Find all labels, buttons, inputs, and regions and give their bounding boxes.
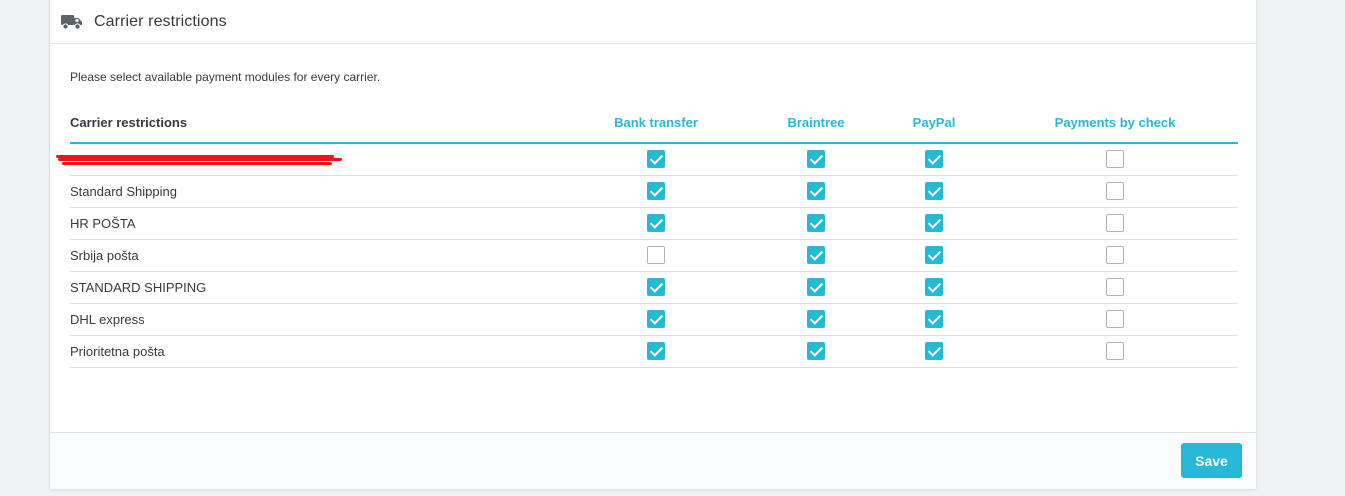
module-column-header: Braintree (756, 102, 876, 144)
checkbox-cell (992, 335, 1238, 368)
module-checkbox[interactable] (807, 246, 825, 264)
save-button[interactable]: Save (1181, 443, 1242, 478)
panel-header: Carrier restrictions (50, 0, 1256, 44)
module-checkbox[interactable] (925, 150, 943, 169)
checkbox-cell (992, 271, 1238, 304)
module-column-header: PayPal (876, 102, 992, 144)
checkbox-cell (992, 239, 1238, 272)
table-row: Prioritetna pošta (70, 335, 1238, 368)
carrier-name: Prioritetna pošta (70, 335, 556, 368)
table-row: HR POŠTA (70, 207, 1238, 240)
module-checkbox[interactable] (647, 310, 665, 328)
checkbox-cell (876, 143, 992, 176)
module-checkbox[interactable] (1106, 150, 1124, 169)
module-checkbox[interactable] (647, 182, 665, 200)
checkbox-cell (756, 207, 876, 240)
module-checkbox[interactable] (925, 246, 943, 264)
carrier-name: Standard Shipping (70, 175, 556, 208)
checkbox-cell (756, 335, 876, 368)
checkbox-cell (876, 271, 992, 304)
module-checkbox[interactable] (1106, 342, 1124, 360)
checkbox-cell (876, 207, 992, 240)
module-checkbox[interactable] (1106, 246, 1124, 264)
truck-icon (61, 13, 83, 31)
carrier-restrictions-table: Carrier restrictions Bank transfer Brain… (56, 102, 1238, 368)
module-checkbox[interactable] (647, 246, 665, 264)
table-row: STANDARD SHIPPING (70, 271, 1238, 304)
module-checkbox[interactable] (1106, 182, 1124, 200)
carrier-name: Srbija pošta (70, 239, 556, 272)
checkbox-cell (756, 143, 876, 176)
table-row: Standard Shipping (70, 175, 1238, 208)
module-checkbox[interactable] (925, 310, 943, 328)
module-checkbox[interactable] (807, 150, 825, 169)
checkbox-cell (992, 143, 1238, 176)
module-checkbox[interactable] (807, 342, 825, 360)
module-column-header: Payments by check (992, 102, 1238, 144)
module-checkbox[interactable] (807, 310, 825, 328)
carrier-name: DHL express (70, 303, 556, 336)
module-checkbox[interactable] (807, 278, 825, 296)
carrier-restrictions-panel: Carrier restrictions Please select avail… (49, 0, 1257, 490)
checkbox-cell (556, 303, 756, 336)
table-row: Srbija pošta (70, 239, 1238, 272)
checkbox-cell (876, 239, 992, 272)
checkbox-cell (992, 303, 1238, 336)
checkbox-cell (556, 175, 756, 208)
module-checkbox[interactable] (807, 214, 825, 232)
checkbox-cell (556, 239, 756, 272)
module-checkbox[interactable] (925, 278, 943, 296)
checkbox-cell (556, 271, 756, 304)
module-checkbox[interactable] (647, 150, 665, 169)
table-row (56, 143, 1238, 176)
table-row: DHL express (70, 303, 1238, 336)
module-checkbox[interactable] (647, 214, 665, 232)
carrier-name (56, 143, 556, 176)
module-checkbox[interactable] (925, 342, 943, 360)
panel-title: Carrier restrictions (94, 12, 227, 30)
checkbox-cell (556, 143, 756, 176)
module-checkbox[interactable] (925, 214, 943, 232)
instructions-text: Please select available payment modules … (70, 70, 381, 84)
checkbox-cell (992, 207, 1238, 240)
checkbox-cell (876, 303, 992, 336)
carrier-column-header: Carrier restrictions (70, 102, 556, 144)
checkbox-cell (756, 239, 876, 272)
module-checkbox[interactable] (1106, 214, 1124, 232)
checkbox-cell (992, 175, 1238, 208)
carrier-name: STANDARD SHIPPING (70, 271, 556, 304)
checkbox-cell (876, 175, 992, 208)
checkbox-cell (876, 335, 992, 368)
module-checkbox[interactable] (925, 182, 943, 200)
checkbox-cell (556, 207, 756, 240)
module-checkbox[interactable] (807, 182, 825, 200)
checkbox-cell (756, 303, 876, 336)
panel-footer: Save (50, 432, 1256, 489)
carrier-name: HR POŠTA (70, 207, 556, 240)
checkbox-cell (756, 271, 876, 304)
module-checkbox[interactable] (1106, 310, 1124, 328)
module-checkbox[interactable] (647, 278, 665, 296)
redacted-carrier-name (56, 154, 342, 166)
checkbox-cell (756, 175, 876, 208)
table-header-row: Carrier restrictions Bank transfer Brain… (70, 102, 1238, 144)
module-checkbox[interactable] (1106, 278, 1124, 296)
module-column-header: Bank transfer (556, 102, 756, 144)
module-checkbox[interactable] (647, 342, 665, 360)
checkbox-cell (556, 335, 756, 368)
